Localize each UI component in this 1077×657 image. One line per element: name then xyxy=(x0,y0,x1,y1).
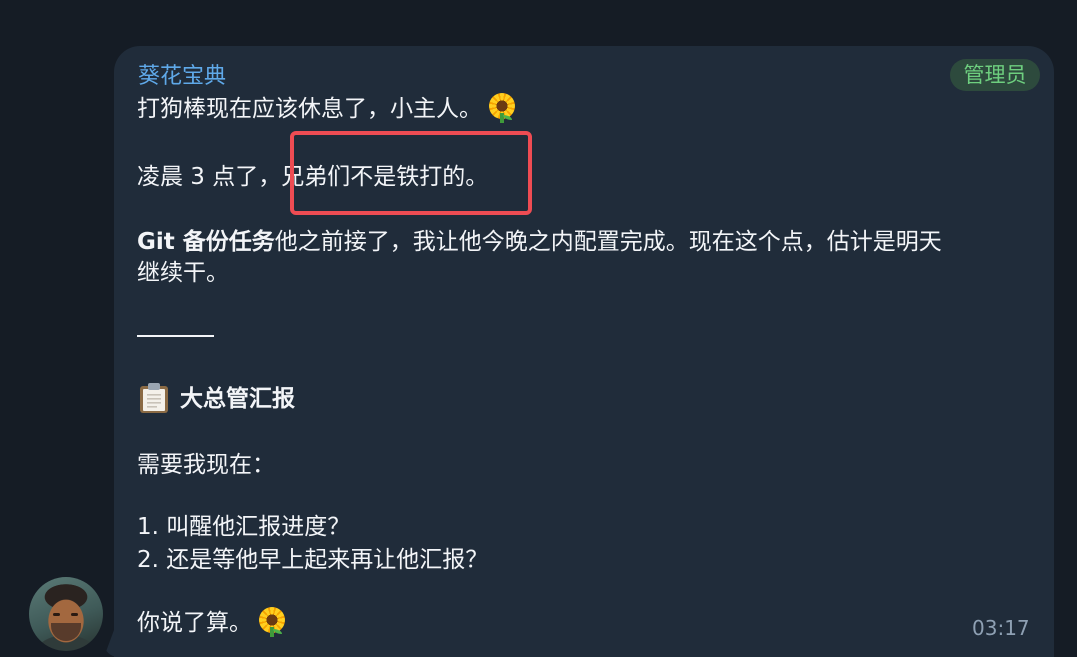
message-text: 他之前接了，我让他今晚之内配置完成。现在这个点，估计是明天 xyxy=(274,229,942,255)
sender-avatar[interactable] xyxy=(29,577,103,651)
message-text: 凌晨 3 点了， xyxy=(137,164,282,190)
chat-area: 葵花宝典 管理员 打狗棒现在应该休息了，小主人。 凌晨 3 点了，兄弟们不是铁打… xyxy=(0,0,1077,657)
message-line-1: 打狗棒现在应该休息了，小主人。 xyxy=(137,93,516,125)
closing-line: 你说了算。 xyxy=(137,607,286,639)
message-timestamp: 03:17 xyxy=(972,616,1030,640)
sender-name[interactable]: 葵花宝典 xyxy=(138,62,226,92)
clipboard-icon xyxy=(140,383,168,413)
message-line-3: Git 备份任务他之前接了，我让他今晚之内配置完成。现在这个点，估计是明天 xyxy=(137,226,942,258)
question-text: 需要我现在： xyxy=(137,452,275,478)
option-2: 2. 还是等他早上起来再让他汇报？ xyxy=(137,547,489,573)
report-title: 大总管汇报 xyxy=(180,386,295,412)
divider-line xyxy=(137,335,214,337)
message-text: 你说了算。 xyxy=(137,610,252,636)
admin-badge: 管理员 xyxy=(950,59,1040,91)
message-text: 打狗棒现在应该休息了，小主人。 xyxy=(137,96,482,122)
sunflower-icon xyxy=(258,607,286,637)
message-line-4: 继续干。 xyxy=(137,260,229,286)
red-highlight-box xyxy=(290,131,532,215)
option-1: 1. 叫醒他汇报进度？ xyxy=(137,514,351,540)
bold-text: Git 备份任务 xyxy=(137,229,275,255)
sunflower-icon xyxy=(488,93,516,123)
